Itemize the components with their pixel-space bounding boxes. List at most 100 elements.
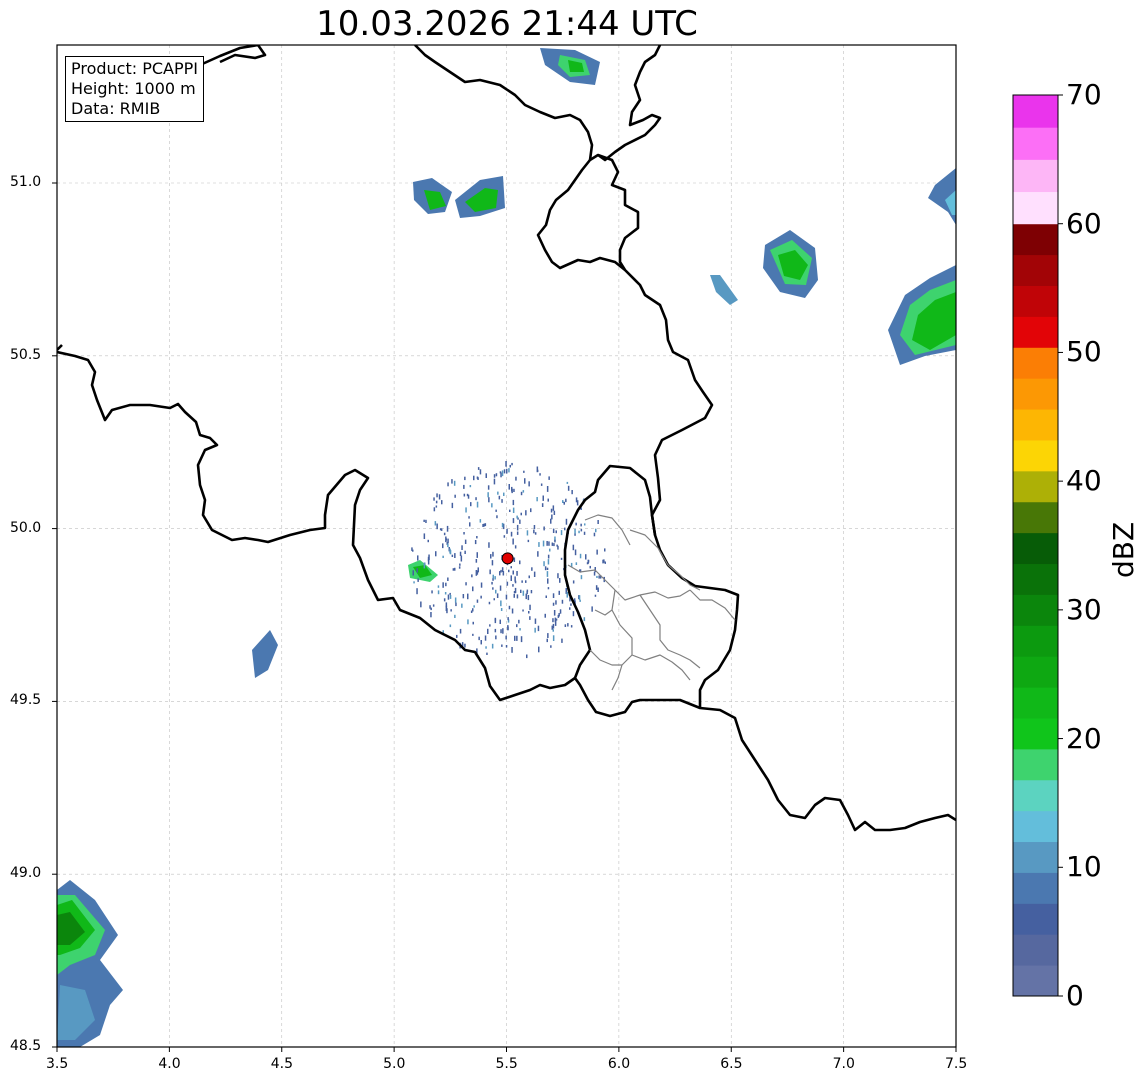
noise-pixel — [572, 611, 575, 617]
noise-pixel — [438, 494, 441, 500]
colorbar-segment — [1013, 127, 1058, 160]
noise-pixel — [496, 593, 499, 598]
noise-pixel — [551, 542, 554, 546]
noise-pixel — [570, 625, 573, 628]
noise-pixel — [537, 551, 539, 557]
noise-pixel — [437, 590, 440, 595]
noise-pixel — [491, 643, 494, 649]
noise-pixel — [552, 505, 555, 511]
colorbar-segment — [1013, 687, 1058, 719]
noise-pixel — [475, 497, 477, 501]
noise-pixel — [522, 490, 525, 493]
noise-pixel — [565, 518, 568, 525]
noise-pixel — [519, 628, 521, 631]
lon-tick-label: 6.5 — [720, 1056, 743, 1072]
noise-pixel — [553, 543, 555, 547]
noise-pixel — [579, 553, 582, 559]
noise-pixel — [435, 505, 438, 508]
noise-pixel — [476, 476, 479, 479]
noise-pixel — [495, 635, 497, 640]
noise-pixel — [491, 503, 493, 508]
noise-pixel — [467, 619, 469, 625]
noise-pixel — [480, 640, 482, 645]
noise-pixel — [447, 577, 449, 581]
colorbar-segment — [1013, 748, 1058, 781]
noise-pixel — [518, 619, 520, 624]
noise-pixel — [546, 567, 549, 570]
noise-pixel — [530, 590, 533, 594]
noise-pixel — [589, 565, 591, 569]
noise-pixel — [477, 467, 480, 470]
noise-pixel — [467, 593, 469, 600]
noise-pixel — [583, 531, 586, 535]
lon-tick-label: 4.5 — [270, 1056, 294, 1072]
noise-pixel — [604, 561, 606, 564]
noise-pixel — [552, 629, 554, 632]
noise-pixel — [546, 541, 548, 546]
noise-pixel — [443, 598, 446, 602]
noise-pixel — [431, 590, 433, 594]
noise-pixel — [498, 495, 501, 500]
colorbar-segment — [1013, 470, 1058, 503]
noise-pixel — [476, 536, 478, 539]
noise-pixel — [442, 543, 444, 549]
noise-pixel — [552, 593, 555, 598]
noise-pixel — [479, 519, 482, 523]
colorbar-segment — [1013, 347, 1058, 379]
noise-pixel — [511, 486, 513, 492]
noise-pixel — [540, 483, 543, 486]
noise-pixel — [509, 509, 511, 512]
noise-pixel — [515, 476, 517, 481]
noise-pixel — [538, 542, 540, 547]
noise-pixel — [499, 571, 501, 576]
noise-pixel — [416, 588, 418, 595]
colorbar-segment — [1013, 191, 1058, 225]
colorbar-segment — [1013, 656, 1058, 688]
noise-pixel — [512, 507, 515, 513]
noise-pixel — [563, 501, 565, 505]
noise-pixel — [488, 601, 491, 605]
noise-pixel — [447, 594, 450, 600]
colorbar-segment — [1013, 965, 1058, 997]
noise-pixel — [546, 486, 549, 492]
colorbar-tick-label: 0 — [1066, 979, 1084, 1012]
noise-pixel — [449, 595, 452, 599]
noise-pixel — [525, 593, 527, 600]
noise-pixel — [574, 528, 576, 534]
noise-pixel — [596, 575, 598, 578]
noise-pixel — [465, 507, 467, 513]
noise-pixel — [485, 473, 487, 478]
noise-pixel — [510, 575, 512, 581]
noise-pixel — [501, 567, 504, 572]
noise-pixel — [501, 644, 503, 647]
noise-pixel — [439, 528, 442, 531]
noise-pixel — [507, 625, 509, 631]
noise-pixel — [558, 613, 560, 617]
noise-pixel — [466, 493, 469, 497]
noise-pixel — [533, 571, 536, 577]
data-source-label: Data: RMIB — [71, 99, 161, 118]
noise-pixel — [449, 624, 452, 628]
noise-pixel — [492, 551, 494, 557]
noise-pixel — [572, 580, 575, 584]
colorbar-tick-label: 70 — [1066, 78, 1102, 111]
noise-pixel — [528, 481, 530, 487]
noise-pixel — [559, 609, 562, 614]
noise-pixel — [505, 645, 508, 648]
noise-pixel — [446, 525, 449, 532]
noise-pixel — [505, 461, 507, 467]
colorbar-segment — [1013, 625, 1058, 657]
noise-pixel — [587, 559, 589, 564]
noise-pixel — [500, 600, 502, 607]
noise-pixel — [423, 519, 425, 522]
noise-pixel — [533, 525, 536, 530]
noise-pixel — [604, 548, 606, 552]
noise-pixel — [447, 482, 449, 487]
noise-pixel — [488, 497, 490, 503]
noise-pixel — [483, 523, 485, 527]
colorbar-segment — [1013, 903, 1058, 935]
colorbar-segment — [1013, 872, 1058, 904]
noise-pixel — [495, 473, 498, 477]
noise-pixel — [461, 603, 463, 608]
noise-pixel — [427, 556, 430, 562]
